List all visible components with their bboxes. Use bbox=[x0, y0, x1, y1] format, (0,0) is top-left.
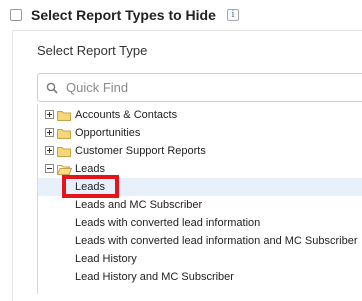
quick-find-input[interactable] bbox=[64, 79, 348, 96]
info-icon[interactable]: i bbox=[226, 9, 239, 21]
folder-icon bbox=[57, 111, 71, 121]
tree-item-opportunities[interactable]: Opportunities bbox=[38, 124, 362, 142]
section-title: Select Report Types to Hide bbox=[31, 7, 216, 23]
tree-item-lead-history-mc-subscriber[interactable]: Lead History and MC Subscriber bbox=[38, 268, 362, 286]
panel-label: Select Report Type bbox=[37, 43, 148, 58]
tree-item-accounts-contacts[interactable]: Accounts & Contacts bbox=[38, 106, 362, 124]
tree-item-leads-mc-subscriber[interactable]: Leads and MC Subscriber bbox=[38, 196, 362, 214]
folder-icon bbox=[57, 147, 71, 157]
tree-item-label: Leads with converted lead information an… bbox=[75, 235, 358, 247]
tree-item-leads-converted[interactable]: Leads with converted lead information bbox=[38, 214, 362, 232]
tree-item-label: Opportunities bbox=[75, 127, 141, 139]
tree-item-label: Accounts & Contacts bbox=[75, 109, 178, 121]
quick-find-box bbox=[37, 73, 362, 102]
hide-report-types-checkbox[interactable] bbox=[10, 9, 22, 21]
search-icon bbox=[46, 82, 58, 94]
report-type-tree: Accounts & Contacts Opportunities Custom… bbox=[37, 104, 362, 294]
tree-item-label: Lead History bbox=[75, 253, 137, 265]
folder-icon bbox=[57, 129, 71, 139]
tree-item-customer-support-reports[interactable]: Customer Support Reports bbox=[38, 142, 362, 160]
tree-item-leads-converted-mc-subscriber[interactable]: Leads with converted lead information an… bbox=[38, 232, 362, 250]
collapse-toggle[interactable] bbox=[45, 164, 54, 173]
open-folder-icon bbox=[57, 165, 72, 175]
section-header: Select Report Types to Hide i bbox=[10, 5, 239, 25]
tree-item-label: Lead History and MC Subscriber bbox=[75, 271, 234, 283]
expand-toggle[interactable] bbox=[45, 128, 54, 137]
highlight-box bbox=[62, 175, 119, 198]
tree-item-lead-history[interactable]: Lead History bbox=[38, 250, 362, 268]
expand-toggle[interactable] bbox=[45, 146, 54, 155]
expand-toggle[interactable] bbox=[45, 110, 54, 119]
tree-item-label: Customer Support Reports bbox=[75, 145, 206, 157]
tree-item-label: Leads and MC Subscriber bbox=[75, 199, 203, 211]
tree-item-label: Leads with converted lead information bbox=[75, 217, 261, 229]
